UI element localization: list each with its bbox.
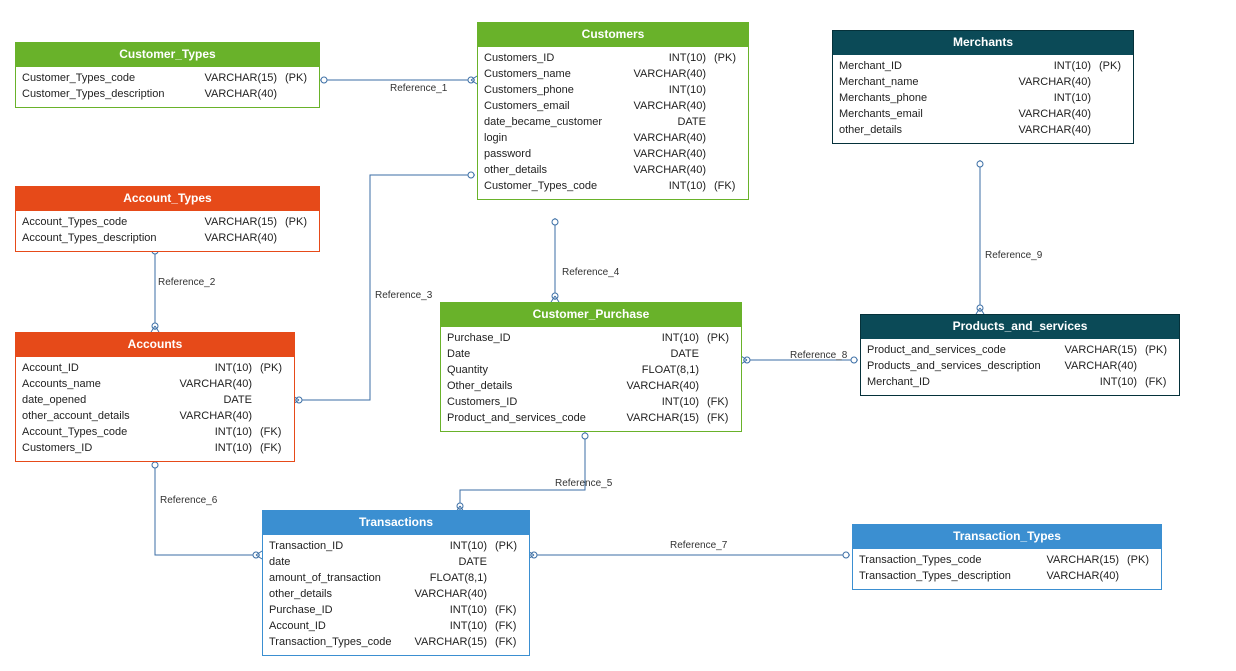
entity-columns: Customer_Types_codeVARCHAR(15)(PK) Custo… (16, 67, 319, 107)
ref-label-4: Reference_4 (562, 267, 619, 278)
column-row: Merchant_IDINT(10)(PK) (839, 58, 1127, 74)
column-row: Customers_IDINT(10)(FK) (22, 440, 288, 456)
column-row: Account_Types_codeINT(10)(FK) (22, 424, 288, 440)
column-row: Product_and_services_codeVARCHAR(15)(FK) (447, 410, 735, 426)
entity-title: Customer_Types (16, 43, 319, 67)
column-row: Customer_Types_codeINT(10)(FK) (484, 178, 742, 194)
ref-label-1: Reference_1 (390, 83, 447, 94)
entity-columns: Customers_IDINT(10)(PK) Customers_nameVA… (478, 47, 748, 199)
column-row: Account_Types_descriptionVARCHAR(40) (22, 230, 313, 246)
entity-columns: Account_IDINT(10)(PK) Accounts_nameVARCH… (16, 357, 294, 461)
ref-label-2: Reference_2 (158, 277, 215, 288)
column-row: Transaction_IDINT(10)(PK) (269, 538, 523, 554)
column-row: Customer_Types_descriptionVARCHAR(40) (22, 86, 313, 102)
entity-title: Transactions (263, 511, 529, 535)
column-row: Transaction_Types_codeVARCHAR(15)(PK) (859, 552, 1155, 568)
column-row: Customers_emailVARCHAR(40) (484, 98, 742, 114)
column-row: other_account_detailsVARCHAR(40) (22, 408, 288, 424)
column-row: passwordVARCHAR(40) (484, 146, 742, 162)
column-row: Transaction_Types_descriptionVARCHAR(40) (859, 568, 1155, 584)
entity-title: Customer_Purchase (441, 303, 741, 327)
entity-title: Merchants (833, 31, 1133, 55)
column-row: other_detailsVARCHAR(40) (839, 122, 1127, 138)
entity-merchants[interactable]: Merchants Merchant_IDINT(10)(PK) Merchan… (832, 30, 1134, 144)
entity-title: Accounts (16, 333, 294, 357)
entity-columns: Product_and_services_codeVARCHAR(15)(PK)… (861, 339, 1179, 395)
column-row: Products_and_services_descriptionVARCHAR… (867, 358, 1173, 374)
entity-transactions[interactable]: Transactions Transaction_IDINT(10)(PK) d… (262, 510, 530, 656)
entity-title: Customers (478, 23, 748, 47)
entity-customers[interactable]: Customers Customers_IDINT(10)(PK) Custom… (477, 22, 749, 200)
entity-account-types[interactable]: Account_Types Account_Types_codeVARCHAR(… (15, 186, 320, 252)
column-row: Merchant_nameVARCHAR(40) (839, 74, 1127, 90)
entity-columns: Transaction_Types_codeVARCHAR(15)(PK) Tr… (853, 549, 1161, 589)
column-row: Merchants_phoneINT(10) (839, 90, 1127, 106)
column-row: loginVARCHAR(40) (484, 130, 742, 146)
column-row: Purchase_IDINT(10)(PK) (447, 330, 735, 346)
entity-title: Account_Types (16, 187, 319, 211)
entity-transaction-types[interactable]: Transaction_Types Transaction_Types_code… (852, 524, 1162, 590)
column-row: Customer_Types_codeVARCHAR(15)(PK) (22, 70, 313, 86)
entity-customer-purchase[interactable]: Customer_Purchase Purchase_IDINT(10)(PK)… (440, 302, 742, 432)
entity-columns: Account_Types_codeVARCHAR(15)(PK) Accoun… (16, 211, 319, 251)
ref-label-5: Reference_5 (555, 478, 612, 489)
column-row: amount_of_transactionFLOAT(8,1) (269, 570, 523, 586)
ref-label-8: Reference_8 (790, 350, 847, 361)
entity-columns: Merchant_IDINT(10)(PK) Merchant_nameVARC… (833, 55, 1133, 143)
column-row: Account_IDINT(10)(PK) (22, 360, 288, 376)
column-row: QuantityFLOAT(8,1) (447, 362, 735, 378)
column-row: Purchase_IDINT(10)(FK) (269, 602, 523, 618)
column-row: Customers_phoneINT(10) (484, 82, 742, 98)
column-row: date_openedDATE (22, 392, 288, 408)
column-row: date_became_customerDATE (484, 114, 742, 130)
column-row: Customers_IDINT(10)(PK) (484, 50, 742, 66)
column-row: Accounts_nameVARCHAR(40) (22, 376, 288, 392)
column-row: other_detailsVARCHAR(40) (269, 586, 523, 602)
column-row: other_detailsVARCHAR(40) (484, 162, 742, 178)
column-row: Account_IDINT(10)(FK) (269, 618, 523, 634)
column-row: DateDATE (447, 346, 735, 362)
column-row: Customers_IDINT(10)(FK) (447, 394, 735, 410)
column-row: Customers_nameVARCHAR(40) (484, 66, 742, 82)
column-row: dateDATE (269, 554, 523, 570)
column-row: Other_detailsVARCHAR(40) (447, 378, 735, 394)
entity-columns: Purchase_IDINT(10)(PK) DateDATE Quantity… (441, 327, 741, 431)
entity-products-services[interactable]: Products_and_services Product_and_servic… (860, 314, 1180, 396)
column-row: Merchants_emailVARCHAR(40) (839, 106, 1127, 122)
entity-columns: Transaction_IDINT(10)(PK) dateDATE amoun… (263, 535, 529, 655)
entity-accounts[interactable]: Accounts Account_IDINT(10)(PK) Accounts_… (15, 332, 295, 462)
entity-customer-types[interactable]: Customer_Types Customer_Types_codeVARCHA… (15, 42, 320, 108)
column-row: Account_Types_codeVARCHAR(15)(PK) (22, 214, 313, 230)
column-row: Transaction_Types_codeVARCHAR(15)(FK) (269, 634, 523, 650)
ref-label-6: Reference_6 (160, 495, 217, 506)
entity-title: Products_and_services (861, 315, 1179, 339)
entity-title: Transaction_Types (853, 525, 1161, 549)
ref-label-7: Reference_7 (670, 540, 727, 551)
column-row: Product_and_services_codeVARCHAR(15)(PK) (867, 342, 1173, 358)
ref-label-3: Reference_3 (375, 290, 432, 301)
column-row: Merchant_IDINT(10)(FK) (867, 374, 1173, 390)
ref-label-9: Reference_9 (985, 250, 1042, 261)
